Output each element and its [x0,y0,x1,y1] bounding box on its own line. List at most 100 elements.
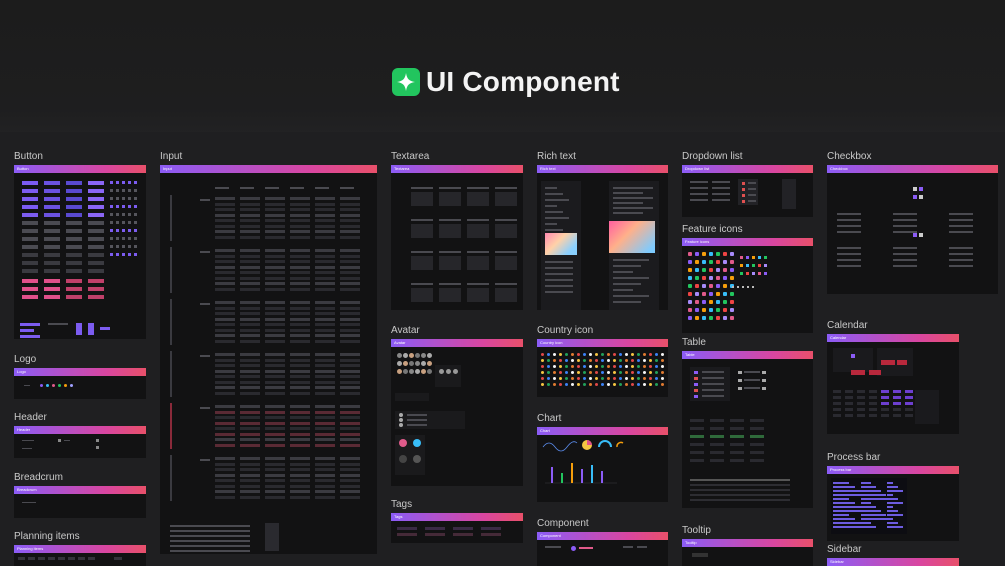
preview-shape [170,550,250,552]
preview-shape [215,301,235,304]
frame-gradient-bar: Component [537,532,668,540]
preview-shape [481,527,501,530]
preview-shape [748,194,756,196]
frame-chart[interactable]: Chart Chart [537,413,668,502]
frame-process-bar[interactable]: Process bar Process bar [827,452,959,541]
preview-shape [315,443,335,447]
frame-sidebar[interactable]: Sidebar Sidebar [827,544,959,566]
preview-shape [861,506,876,508]
preview-shape [949,225,973,227]
preview-shape [893,259,917,261]
frame-card: Logo [14,368,146,399]
preview-shape [589,359,592,362]
preview-shape [752,272,755,275]
preview-shape [340,260,360,263]
frame-label: Sidebar [827,544,862,555]
preview-shape [716,268,720,272]
preview-shape [421,361,426,366]
preview-shape [613,187,653,189]
preview-shape [702,268,706,272]
frame-textarea[interactable]: Textarea Textarea [391,151,523,310]
preview-shape [116,189,119,192]
preview-shape [649,353,652,356]
frame-logo[interactable]: Logo Logo [14,354,146,399]
preview-shape [690,193,708,195]
frame-rich-text[interactable]: Rich text Rich text [537,151,668,310]
preview-shape [66,181,82,185]
table-preview [682,359,813,508]
preview-shape [601,359,604,362]
preview-shape [128,253,131,256]
preview-shape [750,443,764,446]
preview-shape [240,410,260,414]
preview-shape [122,221,125,224]
preview-shape [467,192,489,206]
frame-calendar[interactable]: Calendar Calendar [827,320,959,434]
preview-shape [215,473,235,477]
preview-shape [545,261,573,263]
frame-card: Tags [391,513,523,543]
preview-shape [661,383,664,386]
preview-shape [38,557,45,560]
preview-shape [240,271,260,274]
frame-checkbox[interactable]: Checkbox Checkbox [827,151,998,294]
frame-card: Checkbox [827,165,998,294]
preview-shape [340,369,360,373]
preview-shape [919,233,923,237]
process-preview [827,474,959,541]
preview-shape [76,323,82,335]
preview-shape [116,229,119,232]
preview-shape [128,197,131,200]
preview-shape [340,202,360,206]
preview-shape [340,443,360,447]
preview-shape [649,359,652,362]
preview-shape [44,295,60,299]
preview-shape [240,479,260,482]
preview-shape [68,557,75,560]
preview-shape [134,189,137,192]
preview-shape [690,494,790,496]
preview-shape [340,282,360,285]
preview-shape [583,365,586,368]
frame-card: Table [682,351,813,508]
frame-component[interactable]: Component Component [537,518,668,566]
preview-shape [742,182,745,185]
frame-table[interactable]: Table Table [682,337,813,508]
preview-shape [215,208,235,211]
preview-shape [22,253,38,257]
frame-avatar[interactable]: Avatar Avatar [391,325,523,486]
preview-shape [949,253,973,255]
preview-shape [690,484,790,486]
frame-country-icon[interactable]: Country icon Country icon [537,325,668,397]
preview-shape [702,260,706,264]
preview-shape [409,353,414,358]
frame-breadcrum[interactable]: Breadcrum Breadcrum [14,472,146,518]
preview-shape [661,359,664,362]
preview-shape [340,490,360,493]
frame-label: Planning items [14,531,80,542]
frame-input[interactable]: Input Input [160,151,377,554]
preview-shape [887,486,898,488]
preview-shape [265,306,285,310]
preview-shape [655,371,658,374]
frame-feature-icons[interactable]: Feature icons Feature icons [682,224,813,333]
preview-shape [495,256,517,270]
frame-header[interactable]: Header Header [14,412,146,458]
preview-shape [340,358,360,362]
preview-shape [547,365,550,368]
preview-shape [265,187,279,189]
frame-tags[interactable]: Tags Tags [391,499,523,543]
frame-planning-items[interactable]: Planning items Planning items [14,531,146,566]
preview-shape [764,256,767,259]
frame-label: Tooltip [682,525,711,536]
preview-shape [607,353,610,356]
preview-shape [240,462,260,466]
planning-preview [14,553,146,566]
preview-shape [613,359,616,362]
frame-button[interactable]: Button Button [14,151,146,339]
preview-shape [579,547,593,549]
frame-dropdown-list[interactable]: Dropdown list Dropdown list [682,151,813,217]
frame-tooltip[interactable]: Tooltip Tooltip [682,525,813,566]
preview-shape [730,443,744,446]
preview-shape [340,224,360,228]
